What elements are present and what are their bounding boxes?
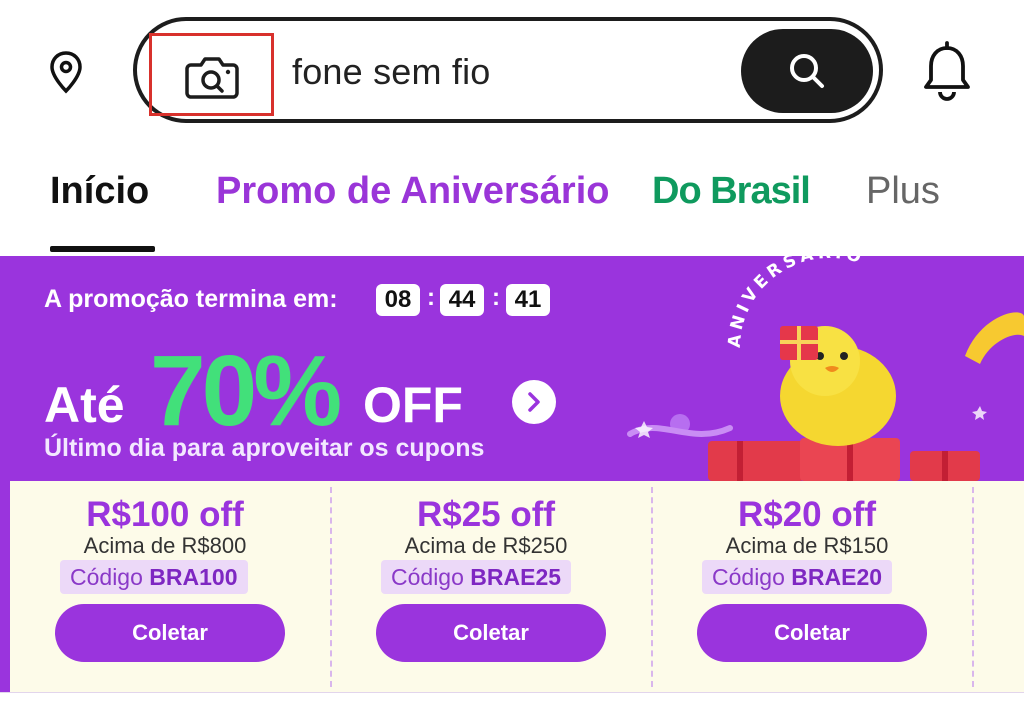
coupon-code[interactable]: Código BRAE20 [702,560,893,594]
coupon-section: R$100 off Acima de R$800 Código BRA100 C… [0,481,1024,692]
timer-separator: : [492,284,500,311]
coupon-code-label: Código [70,564,143,590]
promo-banner[interactable]: A promoção termina em: 08 : 44 : 41 Até … [0,256,1024,481]
coupon-minimum: Acima de R$250 [404,533,568,558]
tab-promo-aniversario[interactable]: Promo de Aniversário [216,170,610,213]
promo-ends-label: A promoção termina em: [44,285,338,313]
coupon-code[interactable]: Código BRAE25 [381,560,572,594]
banner-subline: Último dia para aproveitar os cupons [44,434,485,462]
coupon-amount: R$100 off [86,495,244,534]
search-bar[interactable]: fone sem fio [133,17,883,123]
discount-prefix: Até [44,377,125,433]
camera-icon[interactable] [183,53,241,101]
top-header: fone sem fio [0,0,1024,140]
search-button[interactable] [741,29,873,113]
collect-button[interactable]: Coletar [697,604,927,662]
timer-hours: 08 [376,284,420,316]
bell-icon[interactable] [916,40,978,104]
collect-button[interactable]: Coletar [376,604,606,662]
coupon-code[interactable]: Código BRA100 [60,560,248,594]
chevron-right-icon [528,392,540,412]
discount-suffix: OFF [363,377,463,433]
coupon-amount: R$25 off [416,495,556,534]
tab-inicio[interactable]: Início [50,170,149,213]
collect-button[interactable]: Coletar [55,604,285,662]
category-tabs: Início Promo de Aniversário Do Brasil Pl… [0,140,1024,255]
discount-percent: 70% [150,335,342,447]
coupon-divider [330,487,332,687]
camera-search-highlight[interactable] [149,33,274,116]
coupon-card: R$25 off Acima de R$250 Código BRAE25 Co… [336,481,636,692]
coupon-code-value: BRAE20 [791,564,883,590]
tab-do-brasil[interactable]: Do Brasil [652,170,811,213]
coupon-amount: R$20 off [737,495,877,534]
coupon-strip: R$100 off Acima de R$800 Código BRA100 C… [10,481,1024,692]
active-tab-indicator [50,246,155,252]
coupon-divider [651,487,653,687]
coupon-code-value: BRA100 [149,564,238,590]
content-below [0,692,1024,720]
coupon-code-label: Código [391,564,464,590]
search-icon [790,54,824,88]
tab-plus[interactable]: Plus [866,170,940,213]
coupon-card: R$20 off Acima de R$150 Código BRAE20 Co… [657,481,957,692]
coupon-code-label: Código [712,564,785,590]
location-pin-icon[interactable] [42,48,90,96]
timer-separator: : [427,284,435,311]
timer-minutes: 44 [440,284,484,316]
coupon-minimum: Acima de R$150 [725,533,889,558]
banner-arrow-button[interactable] [512,380,556,424]
search-input[interactable]: fone sem fio [292,51,491,93]
coupon-divider [972,487,974,687]
coupon-minimum: Acima de R$800 [83,533,247,558]
coupon-card: R$100 off Acima de R$800 Código BRA100 C… [15,481,315,692]
timer-seconds: 41 [506,284,550,316]
anniversary-mascot-illustration: ANIVERSÁRIO [627,256,1024,481]
coupon-code-value: BRAE25 [470,564,562,590]
